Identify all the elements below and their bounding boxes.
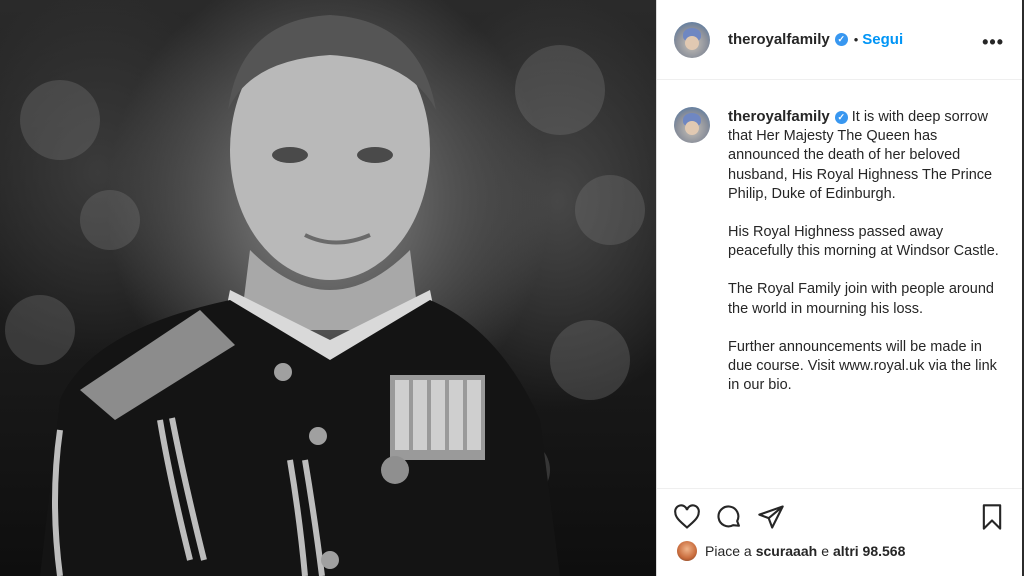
comment-icon[interactable] [715,503,743,531]
caption-section: theroyalfamily ✓ It is with deep sorrow t… [657,80,1022,488]
heart-icon[interactable] [673,503,701,531]
bookmark-icon[interactable] [978,503,1006,531]
likes-prefix: Piace a [705,543,752,559]
more-options-icon[interactable]: ••• [982,32,1004,53]
likes-connector: e [821,543,829,559]
liker-username[interactable]: scuraaah [756,543,817,559]
caption-username[interactable]: theroyalfamily [728,108,830,125]
profile-avatar[interactable] [674,21,710,58]
separator-dot: • [853,32,859,47]
caption-paragraph-4: Further announcements will be made in du… [728,338,997,394]
caption-verified-icon: ✓ [834,110,848,124]
likes-count[interactable]: altri 98.568 [833,543,905,559]
verified-badge-icon: ✓ [834,33,848,46]
liker-avatar[interactable] [677,541,697,561]
caption-avatar[interactable] [674,107,710,143]
caption-paragraph-2: His Royal Highness passed away peacefull… [728,224,999,260]
caption-text: theroyalfamily ✓ It is with deep sorrow t… [728,107,1002,488]
post-header: theroyalfamily ✓ • Segui ••• [657,0,1022,80]
follow-button[interactable]: Segui [862,31,903,48]
share-icon[interactable] [757,503,785,531]
likes-summary: Piace a scuraaah e altri 98.568 [677,541,909,561]
caption-paragraph-3: The Royal Family join with people around… [728,281,994,317]
account-username[interactable]: theroyalfamily [728,31,830,48]
post-photo[interactable] [0,0,656,576]
action-icons [673,503,785,531]
portrait-image [5,15,645,576]
action-bar: Piace a scuraaah e altri 98.568 [657,488,1022,576]
caption-paragraph-1: theroyalfamily ✓ It is with deep sorrow t… [728,107,1002,204]
post-sidebar: theroyalfamily ✓ • Segui ••• theroyalfam… [656,0,1022,576]
